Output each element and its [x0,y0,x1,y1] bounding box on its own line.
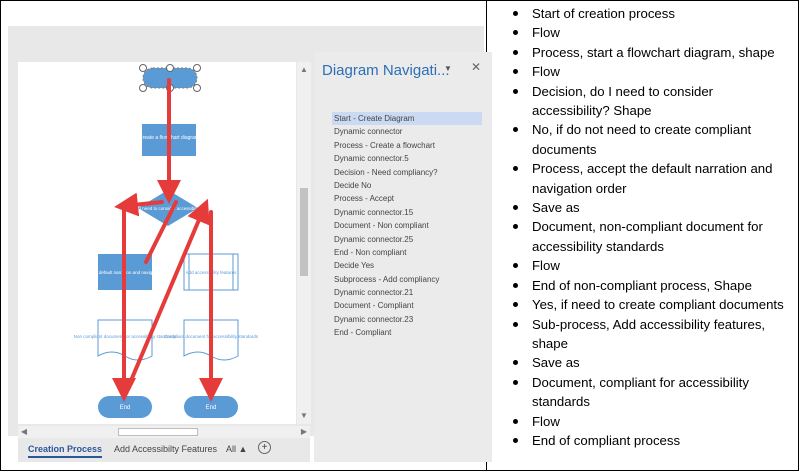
navigation-item[interactable]: Dynamic connector.5 [332,152,482,165]
vertical-scrollbar[interactable]: ▲ ▼ [297,62,311,424]
end-compliant-shape[interactable]: End [184,396,238,418]
vertical-scroll-thumb[interactable] [300,188,308,276]
add-page-icon[interactable]: + [258,441,271,454]
selection-handle[interactable] [166,64,174,72]
navigation-item[interactable]: Dynamic connector.21 [332,286,482,299]
navigation-item[interactable]: Process - Accept [332,192,482,205]
navigation-item[interactable]: Dynamic connector.15 [332,206,482,219]
bullet-item: Process, start a flowchart diagram, shap… [492,43,792,62]
navigation-item[interactable]: Process - Create a flowchart [332,139,482,152]
bullet-item: Sub-process, Add accessibility features,… [492,315,792,354]
navigation-pane-title: Diagram Navigati... [322,62,450,79]
diagram-navigation-pane: Diagram Navigati... ▼ ✕ Start - Create D… [314,52,492,462]
page-tabs: Creation Process Add Accessibilty Featur… [18,438,310,462]
navigation-item[interactable]: Decide Yes [332,259,482,272]
bullet-item: Document, non-compliant document for acc… [492,217,792,256]
navigation-item[interactable]: Dynamic connector [332,125,482,138]
navigation-item[interactable]: Decision - Need compliancy? [332,166,482,179]
bullet-item: No, if do not need to create compliant d… [492,120,792,159]
arrow-diagonal-up [125,198,210,392]
selection-handle[interactable] [139,84,147,92]
bullet-item: Document, compliant for accessibility st… [492,373,792,412]
navigation-item[interactable]: Dynamic connector.23 [332,313,482,326]
bullet-item: Yes, if need to create compliant documen… [492,295,792,314]
decision-label: Do I need to consider accessibility? [133,206,204,211]
end-noncompliant-shape[interactable]: End [98,396,152,418]
tab-add-accessibility-features[interactable]: Add Accessibilty Features [114,444,217,454]
visio-window: Create a flowchart diagram Do I need to … [8,26,492,462]
bullet-item: Process, accept the default narration an… [492,159,792,198]
bullet-item: End of compliant process [492,431,792,450]
navigation-item[interactable]: Decide No [332,179,482,192]
navigation-item[interactable]: Document - Compliant [332,299,482,312]
bullet-item: Flow [492,23,792,42]
bullet-item: Flow [492,62,792,81]
scroll-up-icon[interactable]: ▲ [297,64,311,76]
bullet-item: Flow [492,256,792,275]
drawing-canvas[interactable]: Create a flowchart diagram Do I need to … [18,62,296,424]
navigation-item[interactable]: Start - Create Diagram [332,112,482,126]
navigation-item[interactable]: Document - Non compliant [332,219,482,232]
bullet-item: End of non-compliant process, Shape [492,276,792,295]
end-left-label: End [120,405,131,411]
bullet-item: Start of creation process [492,4,792,23]
bullet-item: Save as [492,198,792,217]
description-bullet-list: Start of creation process Flow Process, st… [492,4,792,450]
chevron-down-icon[interactable]: ▼ [444,64,452,73]
navigation-item[interactable]: Dynamic connector.25 [332,233,482,246]
close-icon[interactable]: ✕ [471,60,481,74]
horizontal-scroll-thumb[interactable] [118,428,198,436]
navigation-item[interactable]: Subprocess - Add compliancy [332,273,482,286]
bullet-item: Save as [492,353,792,372]
scroll-left-icon[interactable]: ◀ [18,426,30,438]
horizontal-scrollbar[interactable]: ◀ ▶ [18,426,310,438]
flowchart-diagram: Create a flowchart diagram Do I need to … [74,64,259,418]
navigation-item[interactable]: End - Compliant [332,326,482,339]
navigation-item[interactable]: End - Non compliant [332,246,482,259]
selection-handle[interactable] [193,64,201,72]
scroll-down-icon[interactable]: ▼ [297,410,311,422]
tab-creation-process[interactable]: Creation Process [28,444,103,458]
scroll-right-icon[interactable]: ▶ [298,426,310,438]
selection-handle[interactable] [193,84,201,92]
tab-all-pages[interactable]: All ▲ [226,444,247,454]
end-right-label: End [206,405,217,411]
bullet-item: Decision, do I need to consider accessib… [492,82,792,121]
selection-handle[interactable] [139,64,147,72]
bullet-item: Flow [492,412,792,431]
navigation-list: Start - Create Diagram Dynamic connector P… [332,112,482,340]
